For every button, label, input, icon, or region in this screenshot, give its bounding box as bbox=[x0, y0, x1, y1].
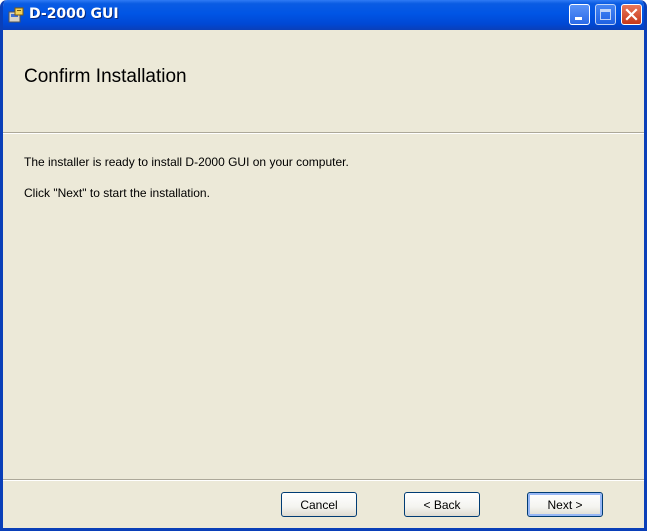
header-divider bbox=[3, 132, 644, 134]
footer-divider bbox=[3, 479, 644, 481]
minimize-button[interactable] bbox=[569, 4, 590, 25]
title-bar[interactable]: D-2000 GUI bbox=[3, 0, 644, 30]
close-button[interactable] bbox=[621, 4, 642, 25]
maximize-button[interactable] bbox=[595, 4, 616, 25]
installer-window: D-2000 GUI Confirm Installation The inst… bbox=[0, 0, 647, 531]
header-panel: Confirm Installation bbox=[3, 30, 644, 132]
window-title: D-2000 GUI bbox=[29, 6, 119, 22]
instruction-message: Click "Next" to start the installation. bbox=[24, 186, 210, 200]
next-button[interactable]: Next > bbox=[527, 492, 603, 517]
page-title: Confirm Installation bbox=[24, 66, 187, 87]
installer-icon bbox=[8, 7, 24, 23]
cancel-button[interactable]: Cancel bbox=[281, 492, 357, 517]
back-button[interactable]: < Back bbox=[404, 492, 480, 517]
ready-message: The installer is ready to install D-2000… bbox=[24, 155, 349, 169]
